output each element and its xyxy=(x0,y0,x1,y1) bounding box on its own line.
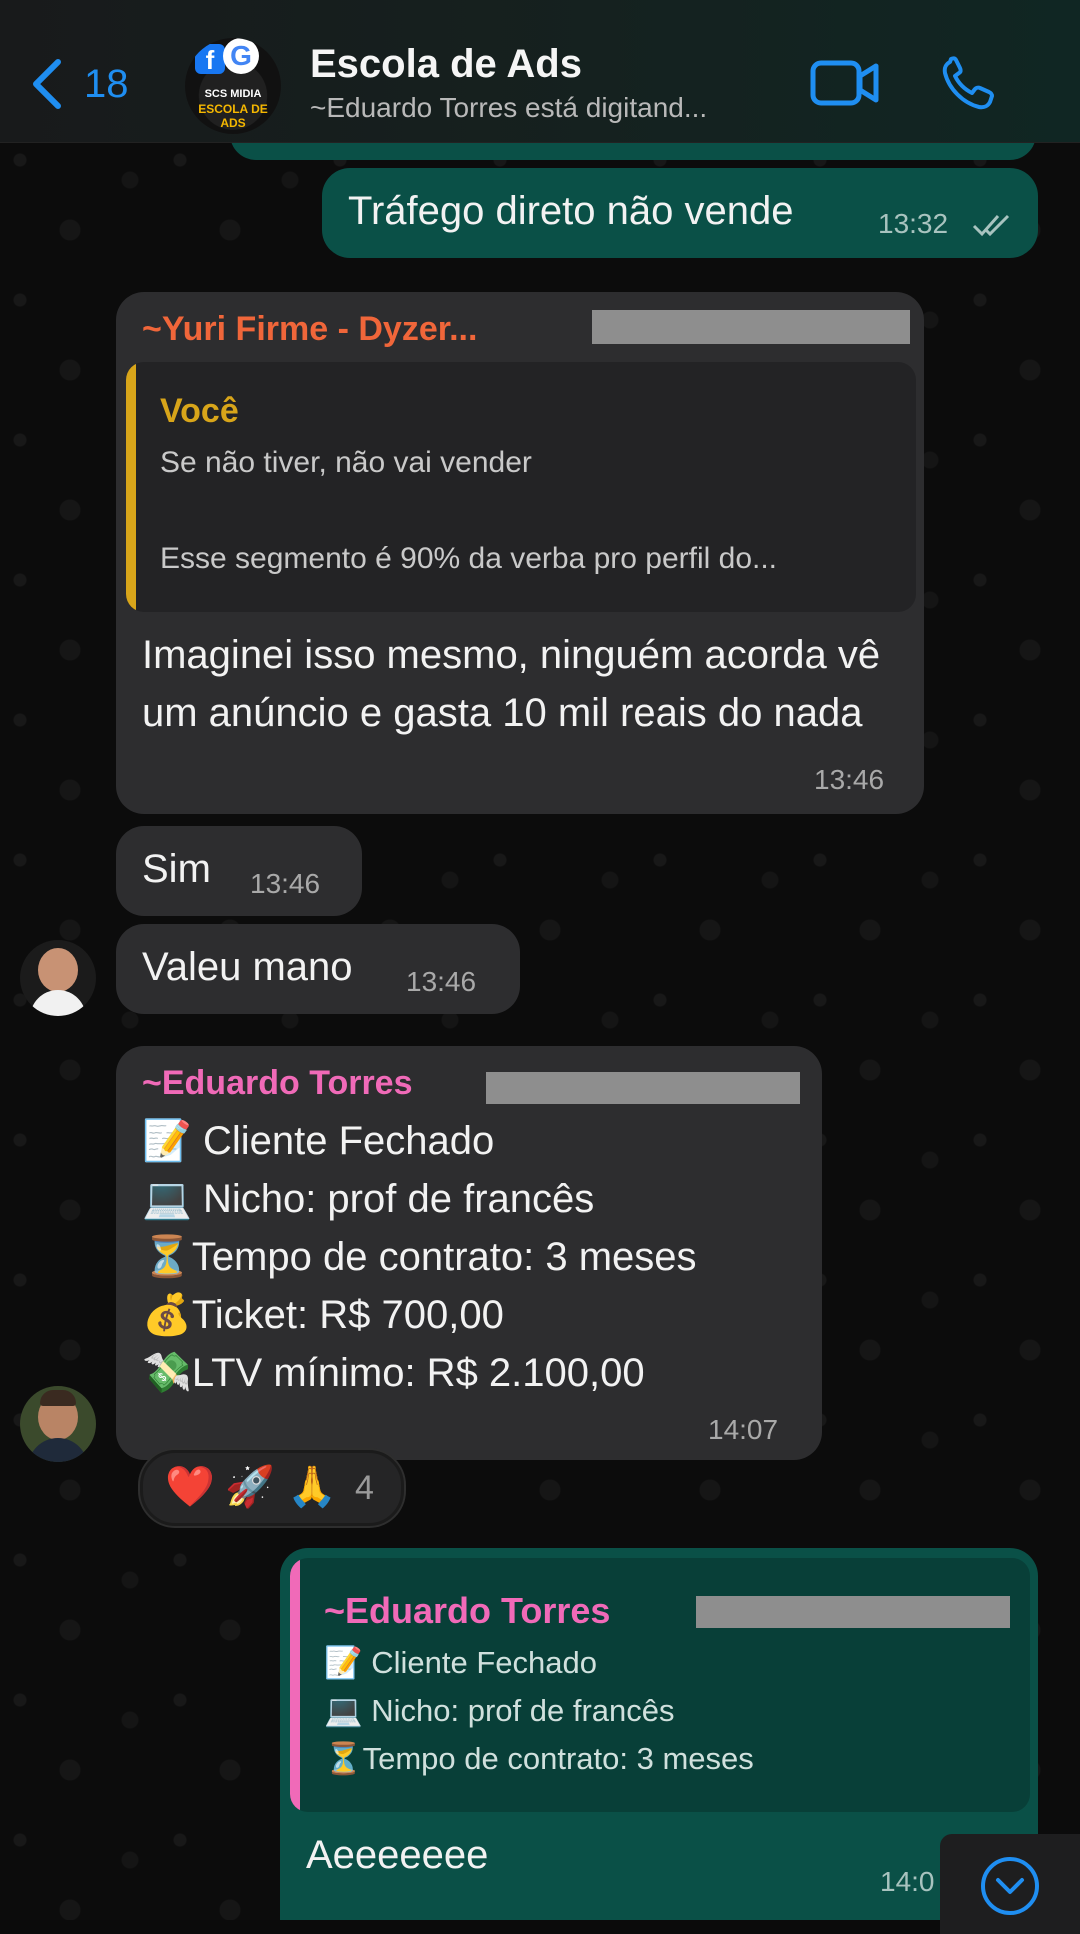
chevron-down-icon xyxy=(981,1857,1039,1915)
google-logo-icon: G xyxy=(223,38,259,74)
message-line: ⏳Tempo de contrato: 3 meses xyxy=(142,1235,697,1279)
phone-call-icon[interactable] xyxy=(940,56,996,112)
memo-icon: 📝 xyxy=(142,1119,192,1163)
quote-author: Você xyxy=(160,392,239,430)
chat-title[interactable]: Escola de Ads xyxy=(310,42,582,87)
back-chevron-icon xyxy=(33,59,61,109)
quote-line: 💻 Nicho: prof de francês xyxy=(324,1693,675,1728)
quoted-message[interactable]: ~Eduardo Torres 📝 Cliente Fechado 💻 Nich… xyxy=(290,1558,1030,1812)
typing-status: ~Eduardo Torres está digitand... xyxy=(310,92,708,123)
sender-avatar[interactable] xyxy=(20,1386,96,1462)
message-text: Imaginei isso mesmo, ninguém acorda vê u… xyxy=(142,633,881,735)
reaction-pill[interactable]: ❤️ 🚀 🙏 4 xyxy=(140,1450,404,1526)
message-line: 💻 Nicho: prof de francês xyxy=(142,1177,595,1221)
hourglass-icon: ⏳ xyxy=(324,1741,363,1776)
message-bubble-incoming[interactable]: ~Yuri Firme - Dyzer... Você Se não tiver… xyxy=(116,292,924,814)
message-text: Valeu mano xyxy=(142,945,353,989)
quoted-message[interactable]: Você Se não tiver, não vai vender Esse s… xyxy=(126,362,916,612)
avatar-brand-line1: SCS MIDIA xyxy=(204,88,262,100)
quote-line: 📝 Cliente Fechado xyxy=(324,1645,597,1680)
message-line: 💸LTV mínimo: R$ 2.100,00 xyxy=(142,1351,645,1395)
sender-name[interactable]: ~Eduardo Torres xyxy=(142,1064,413,1103)
message-text: Aeeeeeee xyxy=(306,1833,489,1877)
quote-line: ⏳Tempo de contrato: 3 meses xyxy=(324,1741,754,1776)
message-time: 13:46 xyxy=(406,966,477,997)
message-line: 📝 Cliente Fechado xyxy=(142,1119,495,1163)
sender-avatar[interactable] xyxy=(20,940,96,1016)
group-avatar[interactable]: f G SCS MIDIA ESCOLA DE ADS xyxy=(185,38,281,134)
quote-text-line1: Se não tiver, não vai vender xyxy=(160,446,532,479)
video-call-icon[interactable] xyxy=(810,58,880,108)
memo-icon: 📝 xyxy=(324,1645,363,1680)
sender-name[interactable]: ~Yuri Firme - Dyzer... xyxy=(142,310,477,349)
back-button[interactable]: 18 xyxy=(30,58,129,110)
message-time: 13:46 xyxy=(814,764,885,795)
message-time: 14:07 xyxy=(708,1414,779,1445)
redacted-phone xyxy=(486,1072,800,1104)
message-text: Sim xyxy=(142,847,211,891)
redacted-phone xyxy=(696,1596,1010,1628)
avatar-hair xyxy=(40,1390,76,1406)
money-bag-icon: 💰 xyxy=(142,1293,192,1337)
laptop-icon: 💻 xyxy=(142,1177,192,1221)
message-time: 13:46 xyxy=(250,868,321,899)
message-line: 💰Ticket: R$ 700,00 xyxy=(142,1293,504,1337)
quote-bar xyxy=(290,1558,300,1812)
message-bubble-incoming[interactable]: Sim 13:46 xyxy=(116,826,362,916)
read-receipt-icon xyxy=(972,214,1010,237)
avatar-shirt xyxy=(28,1438,88,1462)
pray-reaction-icon: 🙏 xyxy=(287,1465,337,1509)
message-time: 14:0 xyxy=(880,1866,935,1897)
scroll-to-bottom-button[interactable] xyxy=(940,1834,1080,1934)
reaction-count: 4 xyxy=(355,1469,374,1507)
quote-bar xyxy=(126,362,136,612)
message-text: Tráfego direto não vende xyxy=(348,189,794,233)
avatar-brand-line2: ESCOLA DE ADS xyxy=(198,102,268,130)
message-bubble-outgoing[interactable]: ~Eduardo Torres 📝 Cliente Fechado 💻 Nich… xyxy=(280,1548,1038,1920)
chat-header: 18 f G SCS MIDIA ESCOLA DE ADS Escola de… xyxy=(0,0,1080,143)
laptop-icon: 💻 xyxy=(324,1693,363,1728)
message-bubble-incoming[interactable]: ~Eduardo Torres 📝 Cliente Fechado 💻 Nich… xyxy=(116,1046,822,1460)
money-wings-icon: 💸 xyxy=(142,1351,192,1395)
avatar-face xyxy=(38,948,78,992)
message-bubble-outgoing[interactable]: Tráfego direto não vende 13:32 xyxy=(322,168,1038,258)
message-time: 13:32 xyxy=(878,208,949,239)
hourglass-icon: ⏳ xyxy=(142,1235,192,1279)
quote-text-line2: Esse segmento é 90% da verba pro perfil … xyxy=(160,542,778,575)
facebook-logo-icon: f xyxy=(195,44,225,75)
message-bubble-incoming[interactable]: Valeu mano 13:46 xyxy=(116,924,520,1014)
rocket-reaction-icon: 🚀 xyxy=(225,1465,275,1509)
redacted-phone xyxy=(592,310,910,344)
unread-count: 18 xyxy=(84,61,129,106)
heart-reaction-icon: ❤️ xyxy=(165,1465,215,1509)
avatar-shirt xyxy=(30,990,86,1016)
quote-author: ~Eduardo Torres xyxy=(324,1590,611,1631)
